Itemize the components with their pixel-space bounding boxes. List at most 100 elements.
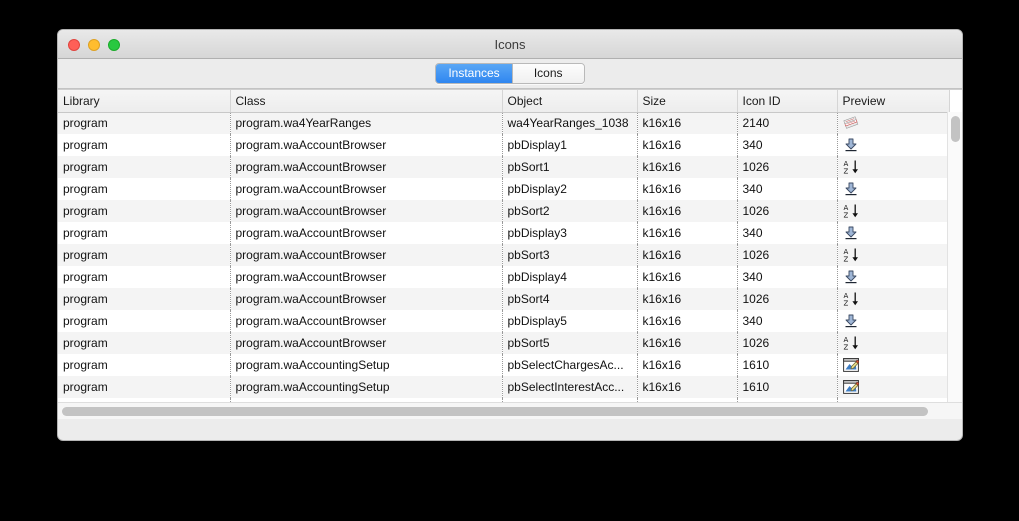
cell-library: program [58,310,231,332]
icons-table: Library Class Object Size Icon ID Previe… [58,90,950,402]
cell-size: k16x16 [637,310,738,332]
cell-icon-id: 1026 [737,156,838,178]
cell-class: program.waAccountBrowser [230,222,503,244]
column-header-library[interactable]: Library [58,90,231,113]
cell-size: k16x16 [637,244,738,266]
table-row[interactable]: program program.waAccountBrowser pbDisplay… [58,178,950,200]
sort-az-descending-icon: AZ [843,335,859,352]
cell-library: program [58,266,231,288]
cell-size: k16x16 [637,332,738,354]
horizontal-scrollbar-thumb[interactable] [62,407,928,416]
table-row[interactable]: program program.waAccountBrowser pbDisplay… [58,266,950,288]
cell-object: pbSelectChargesAc... [502,354,638,376]
cell-object: pbSort4 [502,288,638,310]
cell-class: program.waAccountBrowser [230,266,503,288]
cell-preview: AZ [837,288,950,310]
cell-preview: AZ [837,200,950,222]
cell-preview [837,134,950,156]
tab-bar: Instances Icons [58,59,962,89]
cell-class: program.waAccountBrowser [230,332,503,354]
cell-class: program.waAccountBrowser [230,310,503,332]
cell-icon-id: 1026 [737,200,838,222]
application-window: Icons Instances Icons Library Class Obje… [57,29,963,441]
cell-icon-id: 340 [737,178,838,200]
table-scroll-viewport[interactable]: Library Class Object Size Icon ID Previe… [58,90,962,402]
cell-size: k16x16 [637,354,738,376]
table-row[interactable]: program program.waAccountBrowser pbDisplay… [58,222,950,244]
cell-preview: AZ [837,156,950,178]
cell-library: program [58,134,231,156]
cell-library: program [58,244,231,266]
cell-library: program [58,112,231,134]
cell-class: program.waAccountBrowser [230,134,503,156]
cell-library: program [58,156,231,178]
cell-icon-id: 1026 [737,244,838,266]
cell-object: pbDisplay4 [502,266,638,288]
table-row[interactable]: program program.waAccountingSetup pbSelect… [58,354,950,376]
table-row[interactable]: program program.waAccountBrowser pbDisplay… [58,310,950,332]
cell-preview: AZ [837,244,950,266]
cell-size: k16x16 [637,178,738,200]
column-header-icon-id[interactable]: Icon ID [737,90,838,113]
cell-object: pbSelectInterestAcc... [502,376,638,398]
cell-icon-id: 1026 [737,288,838,310]
cell-object: pbSort3 [502,244,638,266]
cell-object: pbDisplay3 [502,222,638,244]
vertical-scrollbar-thumb[interactable] [951,116,960,142]
cards-stack-icon [842,115,859,131]
cell-preview: AZ [837,332,950,354]
column-header-preview[interactable]: Preview [837,90,950,113]
window-titlebar[interactable]: Icons [58,30,962,59]
download-arrow-icon [843,269,859,285]
cell-size: k16x16 [637,200,738,222]
cell-class: program.waAccountingSetup [230,376,503,398]
cell-object: pbSort2 [502,200,638,222]
sort-az-descending-icon: AZ [843,203,859,220]
cell-class: program.wa4YearRanges [230,112,503,134]
segmented-tab-control[interactable]: Instances Icons [435,63,585,84]
table-row[interactable]: program program.waAccountBrowser pbSort3 k1… [58,244,950,266]
cell-library: program [58,288,231,310]
column-header-object[interactable]: Object [502,90,638,113]
column-header-size[interactable]: Size [637,90,738,113]
table-row[interactable]: program program.waAccountingSetup pbSelect… [58,376,950,398]
cell-preview [837,178,950,200]
cell-object: pbSort1 [502,156,638,178]
cell-icon-id: 2140 [737,112,838,134]
cell-size: k16x16 [637,222,738,244]
cell-icon-id: 340 [737,310,838,332]
sort-az-descending-icon: AZ [843,159,859,176]
table-row[interactable]: program program.waAccountBrowser pbSort1 k1… [58,156,950,178]
table-row[interactable]: program program.waAccountBrowser pbDisplay… [58,134,950,156]
download-arrow-icon [843,225,859,241]
column-header-class[interactable]: Class [230,90,503,113]
table-row[interactable]: program program.waAccountBrowser pbSort5 k1… [58,332,950,354]
cell-icon-id: 1610 [737,354,838,376]
tab-instances[interactable]: Instances [436,64,512,83]
cell-class: program.waAccountBrowser [230,288,503,310]
table-body: program program.wa4YearRanges wa4YearRange… [58,112,950,402]
horizontal-scrollbar[interactable] [58,402,962,419]
cell-size: k16x16 [637,134,738,156]
cell-icon-id: 340 [737,134,838,156]
table-row[interactable]: program program.waAccountBrowser pbSort4 k1… [58,288,950,310]
cell-size: k16x16 [637,112,738,134]
vertical-scrollbar[interactable] [947,112,962,402]
cell-library: program [58,222,231,244]
table-row[interactable]: program program.waAccountBrowser pbSort2 k1… [58,200,950,222]
cell-class: program.waAccountBrowser [230,244,503,266]
tab-icons[interactable]: Icons [511,64,584,83]
cell-library: program [58,354,231,376]
download-arrow-icon [843,313,859,329]
table-row[interactable]: program program.wa4YearRanges wa4YearRange… [58,112,950,134]
edit-window-icon [842,357,859,373]
download-arrow-icon [843,181,859,197]
cell-class: program.waAccountBrowser [230,200,503,222]
sort-az-descending-icon: AZ [843,291,859,308]
window-title: Icons [494,37,526,52]
svg-text:Z: Z [843,168,848,176]
cell-class: program.waAccountBrowser [230,156,503,178]
cell-object: pbSort5 [502,332,638,354]
edit-window-icon [842,379,859,395]
cell-preview [837,354,950,376]
